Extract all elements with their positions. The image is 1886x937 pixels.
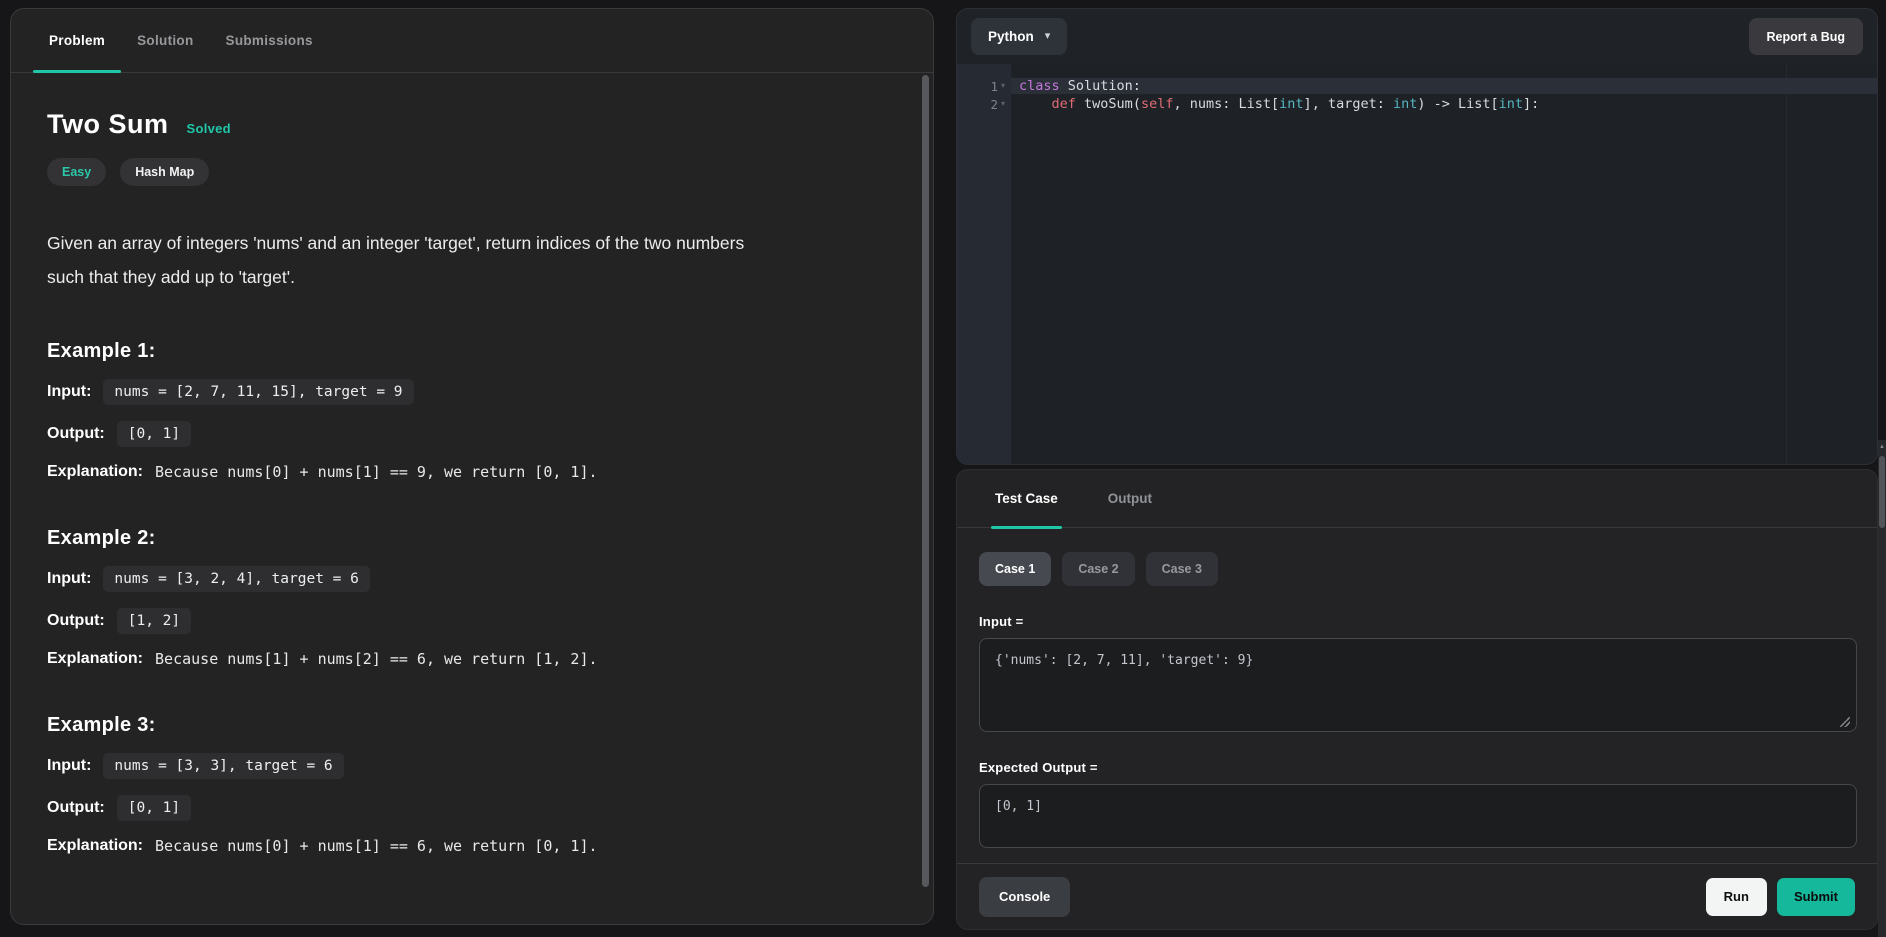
example-3-heading: Example 3:: [47, 714, 897, 737]
code-editor[interactable]: 1 ▾ class Solution: 2 ▾ def twoSum(self,…: [957, 64, 1877, 464]
console-button[interactable]: Console: [979, 877, 1070, 917]
code-token: (: [1133, 96, 1141, 112]
code-token: ]: [1304, 96, 1312, 112]
example-3-output-row: Output: [0, 1]: [47, 795, 897, 821]
editor-gutter: [957, 64, 1011, 464]
case-2-button[interactable]: Case 2: [1062, 552, 1134, 586]
testcase-footer: Console Run Submit: [957, 863, 1877, 929]
code-token: twoSum: [1076, 96, 1133, 112]
language-selector[interactable]: Python ▾: [971, 18, 1067, 55]
example-2-input-code: nums = [3, 2, 4], target = 6: [103, 566, 369, 592]
code-editor-panel: Python ▾ Report a Bug 1 ▾ class Solution…: [956, 8, 1878, 465]
code-line-2[interactable]: 2 ▾ def twoSum(self, nums: List[int], ta…: [957, 95, 1877, 113]
problem-panel-scrollbar[interactable]: [922, 75, 929, 887]
example-1-input-row: Input: nums = [2, 7, 11, 15], target = 9: [47, 379, 897, 405]
solved-status-badge: Solved: [187, 121, 231, 136]
fold-arrow-icon[interactable]: ▾: [1001, 82, 1005, 90]
explanation-label: Explanation:: [47, 463, 143, 481]
expected-output-label: Expected Output =: [979, 760, 1855, 775]
input-field-label: Input =: [979, 614, 1855, 629]
expected-output-textarea[interactable]: [0, 1]: [979, 784, 1857, 848]
tab-output[interactable]: Output: [1104, 470, 1156, 527]
language-selector-value: Python: [988, 29, 1034, 44]
report-bug-button[interactable]: Report a Bug: [1749, 18, 1863, 55]
testcase-tabbar: Test Case Output: [957, 470, 1877, 528]
code-token: [: [1491, 96, 1499, 112]
output-label: Output:: [47, 425, 105, 443]
problem-description: Given an array of integers 'nums' and an…: [47, 226, 747, 294]
example-1-output-row: Output: [0, 1]: [47, 421, 897, 447]
example-3-explanation-text: Because nums[0] + nums[1] == 6, we retur…: [155, 837, 598, 855]
example-1-output-code: [0, 1]: [117, 421, 191, 447]
code-token: int: [1393, 96, 1417, 112]
line-number-2: 2: [990, 97, 998, 112]
code-line-1[interactable]: 1 ▾ class Solution:: [957, 77, 1877, 95]
case-3-button[interactable]: Case 3: [1146, 552, 1218, 586]
example-1-input-code: nums = [2, 7, 11, 15], target = 9: [103, 379, 413, 405]
scrollbar-up-arrow-icon[interactable]: ▲: [1878, 443, 1886, 451]
tab-test-case[interactable]: Test Case: [991, 470, 1062, 527]
example-2-output-row: Output: [1, 2]: [47, 608, 897, 634]
testcase-input-textarea[interactable]: {'nums': [2, 7, 11], 'target': 9}: [979, 638, 1857, 732]
code-token: List: [1239, 96, 1272, 112]
example-1-heading: Example 1:: [47, 340, 897, 363]
output-label: Output:: [47, 612, 105, 630]
problem-content: Two Sum Solved Easy Hash Map Given an ar…: [11, 109, 933, 855]
explanation-label: Explanation:: [47, 650, 143, 668]
input-label: Input:: [47, 570, 91, 588]
example-3-output-code: [0, 1]: [117, 795, 191, 821]
input-label: Input:: [47, 383, 91, 401]
problem-panel: Problem Solution Submissions Two Sum Sol…: [10, 8, 934, 925]
example-2-explanation-row: Explanation: Because nums[1] + nums[2] =…: [47, 650, 897, 668]
example-1-explanation-row: Explanation: Because nums[0] + nums[1] =…: [47, 463, 897, 481]
tab-problem[interactable]: Problem: [33, 9, 121, 72]
difficulty-tag[interactable]: Easy: [47, 158, 106, 186]
tab-submissions[interactable]: Submissions: [210, 9, 329, 72]
topic-tag[interactable]: Hash Map: [120, 158, 209, 186]
example-3-explanation-row: Explanation: Because nums[0] + nums[1] =…: [47, 837, 897, 855]
fold-arrow-icon[interactable]: ▾: [1001, 100, 1005, 108]
code-token: , target:: [1312, 96, 1393, 112]
example-3-input-code: nums = [3, 3], target = 6: [103, 753, 343, 779]
resize-handle-icon[interactable]: [1840, 717, 1850, 727]
code-token: ) ->: [1417, 96, 1458, 112]
case-1-button[interactable]: Case 1: [979, 552, 1051, 586]
example-2-explanation-text: Because nums[1] + nums[2] == 6, we retur…: [155, 650, 598, 668]
editor-ruler: [1786, 64, 1787, 464]
code-token: [: [1271, 96, 1279, 112]
example-3-input-row: Input: nums = [3, 3], target = 6: [47, 753, 897, 779]
code-token: , nums:: [1173, 96, 1238, 112]
code-token: ]:: [1523, 96, 1539, 112]
code-token: int: [1279, 96, 1303, 112]
editor-toolbar: Python ▾ Report a Bug: [957, 9, 1877, 64]
code-token: int: [1499, 96, 1523, 112]
example-2-output-code: [1, 2]: [117, 608, 191, 634]
example-2-input-row: Input: nums = [3, 2, 4], target = 6: [47, 566, 897, 592]
code-token: Solution:: [1060, 78, 1141, 94]
code-token: List: [1458, 96, 1491, 112]
code-token: [1019, 96, 1052, 112]
page-scrollbar[interactable]: ▲: [1878, 440, 1886, 937]
code-token: self: [1141, 96, 1174, 112]
submit-button[interactable]: Submit: [1777, 878, 1855, 916]
testcase-panel: Test Case Output Case 1 Case 2 Case 3 In…: [956, 469, 1878, 930]
explanation-label: Explanation:: [47, 837, 143, 855]
line-number-1: 1: [990, 79, 998, 94]
testcase-body: Case 1 Case 2 Case 3 Input = {'nums': [2…: [957, 552, 1877, 848]
code-token: class: [1019, 78, 1060, 94]
page-scrollbar-thumb[interactable]: [1879, 456, 1885, 528]
code-token: def: [1052, 96, 1076, 112]
output-label: Output:: [47, 799, 105, 817]
tab-solution[interactable]: Solution: [121, 9, 209, 72]
page-title: Two Sum: [47, 109, 169, 140]
run-button[interactable]: Run: [1706, 878, 1767, 916]
example-2-heading: Example 2:: [47, 527, 897, 550]
input-label: Input:: [47, 757, 91, 775]
example-1-explanation-text: Because nums[0] + nums[1] == 9, we retur…: [155, 463, 598, 481]
chevron-down-icon: ▾: [1045, 31, 1051, 42]
problem-tabbar: Problem Solution Submissions: [11, 9, 933, 73]
